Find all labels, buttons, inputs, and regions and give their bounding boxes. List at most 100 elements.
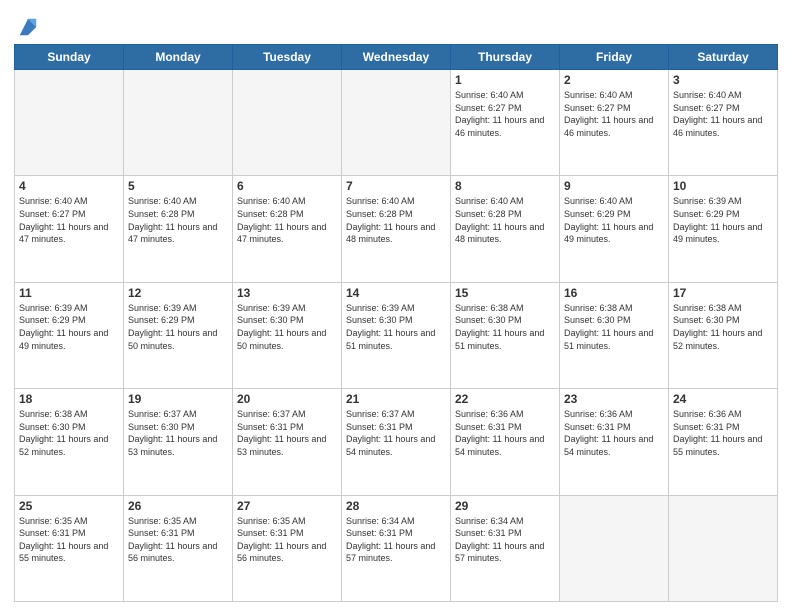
- calendar-week-4: 25 Sunrise: 6:35 AMSunset: 6:31 PMDayligh…: [15, 495, 778, 601]
- col-monday: Monday: [124, 45, 233, 70]
- day-number: 27: [237, 499, 337, 513]
- calendar-cell: 26 Sunrise: 6:35 AMSunset: 6:31 PMDayligh…: [124, 495, 233, 601]
- day-info: Sunrise: 6:36 AMSunset: 6:31 PMDaylight:…: [564, 408, 664, 458]
- day-info: Sunrise: 6:40 AMSunset: 6:29 PMDaylight:…: [564, 195, 664, 245]
- day-info: Sunrise: 6:36 AMSunset: 6:31 PMDaylight:…: [673, 408, 773, 458]
- calendar-cell: 22 Sunrise: 6:36 AMSunset: 6:31 PMDayligh…: [451, 389, 560, 495]
- header-row: Sunday Monday Tuesday Wednesday Thursday…: [15, 45, 778, 70]
- day-info: Sunrise: 6:40 AMSunset: 6:28 PMDaylight:…: [455, 195, 555, 245]
- calendar-cell: [124, 70, 233, 176]
- calendar-week-0: 1 Sunrise: 6:40 AMSunset: 6:27 PMDaylight…: [15, 70, 778, 176]
- calendar-cell: 13Sunrise: 6:39 AMSunset: 6:30 PMDayligh…: [233, 282, 342, 388]
- day-number: 14: [346, 286, 446, 300]
- day-number: 8: [455, 179, 555, 193]
- logo-icon: [17, 16, 39, 38]
- calendar-cell: 29 Sunrise: 6:34 AMSunset: 6:31 PMDayligh…: [451, 495, 560, 601]
- day-number: 4: [19, 179, 119, 193]
- day-info: Sunrise: 6:34 AMSunset: 6:31 PMDaylight:…: [455, 515, 555, 565]
- day-info: Sunrise: 6:40 AMSunset: 6:27 PMDaylight:…: [673, 89, 773, 139]
- day-number: 25: [19, 499, 119, 513]
- calendar-cell: 28 Sunrise: 6:34 AMSunset: 6:31 PMDayligh…: [342, 495, 451, 601]
- day-info: Sunrise: 6:39 AMSunset: 6:30 PMDaylight:…: [346, 302, 446, 352]
- day-info: Sunrise: 6:35 AMSunset: 6:31 PMDaylight:…: [237, 515, 337, 565]
- calendar-cell: 1 Sunrise: 6:40 AMSunset: 6:27 PMDaylight…: [451, 70, 560, 176]
- calendar-cell: 4 Sunrise: 6:40 AMSunset: 6:27 PMDaylight…: [15, 176, 124, 282]
- calendar-cell: [560, 495, 669, 601]
- calendar-cell: 25 Sunrise: 6:35 AMSunset: 6:31 PMDayligh…: [15, 495, 124, 601]
- calendar-week-3: 18Sunrise: 6:38 AMSunset: 6:30 PMDayligh…: [15, 389, 778, 495]
- day-info: Sunrise: 6:38 AMSunset: 6:30 PMDaylight:…: [673, 302, 773, 352]
- day-info: Sunrise: 6:38 AMSunset: 6:30 PMDaylight:…: [455, 302, 555, 352]
- day-info: Sunrise: 6:37 AMSunset: 6:31 PMDaylight:…: [237, 408, 337, 458]
- col-friday: Friday: [560, 45, 669, 70]
- calendar-cell: 24 Sunrise: 6:36 AMSunset: 6:31 PMDayligh…: [669, 389, 778, 495]
- day-info: Sunrise: 6:37 AMSunset: 6:30 PMDaylight:…: [128, 408, 228, 458]
- day-number: 15: [455, 286, 555, 300]
- calendar-cell: 20 Sunrise: 6:37 AMSunset: 6:31 PMDayligh…: [233, 389, 342, 495]
- calendar-cell: 3 Sunrise: 6:40 AMSunset: 6:27 PMDaylight…: [669, 70, 778, 176]
- col-wednesday: Wednesday: [342, 45, 451, 70]
- day-info: Sunrise: 6:36 AMSunset: 6:31 PMDaylight:…: [455, 408, 555, 458]
- day-info: Sunrise: 6:39 AMSunset: 6:30 PMDaylight:…: [237, 302, 337, 352]
- day-number: 29: [455, 499, 555, 513]
- day-info: Sunrise: 6:35 AMSunset: 6:31 PMDaylight:…: [19, 515, 119, 565]
- day-number: 23: [564, 392, 664, 406]
- calendar-cell: [669, 495, 778, 601]
- calendar-week-1: 4 Sunrise: 6:40 AMSunset: 6:27 PMDaylight…: [15, 176, 778, 282]
- col-saturday: Saturday: [669, 45, 778, 70]
- day-number: 22: [455, 392, 555, 406]
- day-number: 11: [19, 286, 119, 300]
- calendar-cell: 2 Sunrise: 6:40 AMSunset: 6:27 PMDaylight…: [560, 70, 669, 176]
- calendar-cell: 9 Sunrise: 6:40 AMSunset: 6:29 PMDaylight…: [560, 176, 669, 282]
- day-number: 7: [346, 179, 446, 193]
- day-info: Sunrise: 6:38 AMSunset: 6:30 PMDaylight:…: [19, 408, 119, 458]
- day-info: Sunrise: 6:40 AMSunset: 6:28 PMDaylight:…: [237, 195, 337, 245]
- calendar-cell: 10Sunrise: 6:39 AMSunset: 6:29 PMDayligh…: [669, 176, 778, 282]
- day-number: 24: [673, 392, 773, 406]
- day-info: Sunrise: 6:39 AMSunset: 6:29 PMDaylight:…: [19, 302, 119, 352]
- day-info: Sunrise: 6:38 AMSunset: 6:30 PMDaylight:…: [564, 302, 664, 352]
- day-number: 26: [128, 499, 228, 513]
- calendar-cell: 16 Sunrise: 6:38 AMSunset: 6:30 PMDayligh…: [560, 282, 669, 388]
- day-info: Sunrise: 6:34 AMSunset: 6:31 PMDaylight:…: [346, 515, 446, 565]
- calendar-cell: 21Sunrise: 6:37 AMSunset: 6:31 PMDayligh…: [342, 389, 451, 495]
- day-info: Sunrise: 6:39 AMSunset: 6:29 PMDaylight:…: [128, 302, 228, 352]
- calendar-cell: 5Sunrise: 6:40 AMSunset: 6:28 PMDaylight…: [124, 176, 233, 282]
- day-info: Sunrise: 6:40 AMSunset: 6:27 PMDaylight:…: [564, 89, 664, 139]
- day-number: 1: [455, 73, 555, 87]
- day-number: 2: [564, 73, 664, 87]
- day-info: Sunrise: 6:40 AMSunset: 6:27 PMDaylight:…: [19, 195, 119, 245]
- calendar-cell: 19 Sunrise: 6:37 AMSunset: 6:30 PMDayligh…: [124, 389, 233, 495]
- calendar-cell: [233, 70, 342, 176]
- calendar-body: 1 Sunrise: 6:40 AMSunset: 6:27 PMDaylight…: [15, 70, 778, 602]
- header: [14, 10, 778, 38]
- logo: [14, 14, 39, 38]
- calendar-cell: [15, 70, 124, 176]
- col-tuesday: Tuesday: [233, 45, 342, 70]
- col-sunday: Sunday: [15, 45, 124, 70]
- day-number: 3: [673, 73, 773, 87]
- calendar-cell: 14 Sunrise: 6:39 AMSunset: 6:30 PMDayligh…: [342, 282, 451, 388]
- calendar-header: Sunday Monday Tuesday Wednesday Thursday…: [15, 45, 778, 70]
- day-info: Sunrise: 6:40 AMSunset: 6:27 PMDaylight:…: [455, 89, 555, 139]
- day-number: 12: [128, 286, 228, 300]
- page: Sunday Monday Tuesday Wednesday Thursday…: [0, 0, 792, 612]
- calendar-cell: 15 Sunrise: 6:38 AMSunset: 6:30 PMDayligh…: [451, 282, 560, 388]
- day-number: 6: [237, 179, 337, 193]
- calendar-cell: 8 Sunrise: 6:40 AMSunset: 6:28 PMDaylight…: [451, 176, 560, 282]
- calendar-week-2: 11 Sunrise: 6:39 AMSunset: 6:29 PMDayligh…: [15, 282, 778, 388]
- day-number: 16: [564, 286, 664, 300]
- col-thursday: Thursday: [451, 45, 560, 70]
- day-number: 9: [564, 179, 664, 193]
- day-number: 19: [128, 392, 228, 406]
- day-number: 28: [346, 499, 446, 513]
- calendar-table: Sunday Monday Tuesday Wednesday Thursday…: [14, 44, 778, 602]
- calendar-cell: 11 Sunrise: 6:39 AMSunset: 6:29 PMDayligh…: [15, 282, 124, 388]
- calendar-cell: 17 Sunrise: 6:38 AMSunset: 6:30 PMDayligh…: [669, 282, 778, 388]
- day-number: 17: [673, 286, 773, 300]
- day-number: 10: [673, 179, 773, 193]
- calendar-cell: 27 Sunrise: 6:35 AMSunset: 6:31 PMDayligh…: [233, 495, 342, 601]
- day-number: 20: [237, 392, 337, 406]
- day-info: Sunrise: 6:35 AMSunset: 6:31 PMDaylight:…: [128, 515, 228, 565]
- day-number: 21: [346, 392, 446, 406]
